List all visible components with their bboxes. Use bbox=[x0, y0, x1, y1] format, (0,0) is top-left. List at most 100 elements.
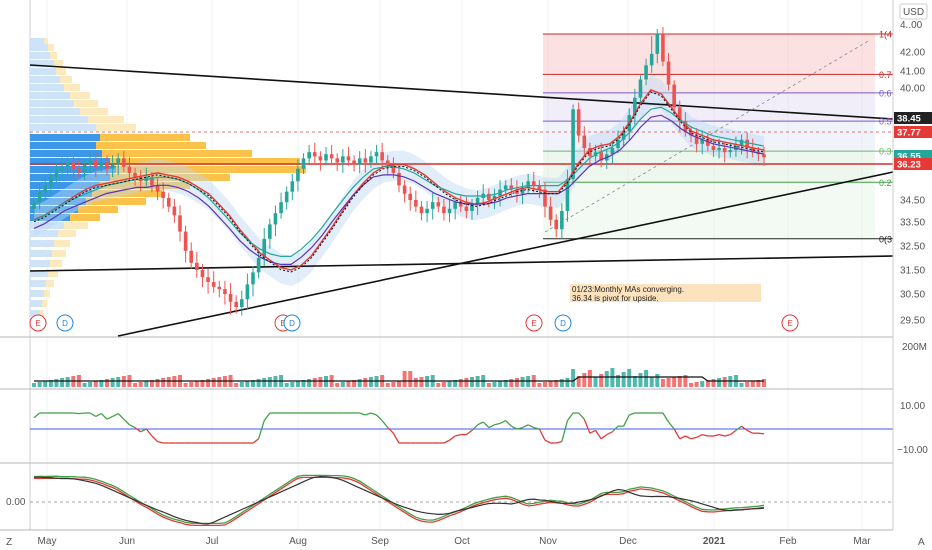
candle-body-130 bbox=[762, 154, 766, 158]
candle-body-69 bbox=[419, 206, 424, 214]
vp-row-up-12 bbox=[30, 134, 100, 141]
vp-row-down-2 bbox=[50, 52, 57, 59]
volume-bar-9 bbox=[82, 383, 87, 387]
candle-body-62 bbox=[380, 152, 384, 161]
candle-body-57 bbox=[352, 160, 356, 165]
candle-body-61 bbox=[374, 152, 379, 157]
candle-body-47 bbox=[296, 168, 300, 182]
corner-right-label[interactable]: A bbox=[918, 537, 925, 548]
volume-bar-47 bbox=[295, 381, 300, 387]
candle-body-72 bbox=[436, 202, 441, 207]
vp-row-down-23 bbox=[64, 222, 88, 229]
candle-body-11 bbox=[93, 160, 98, 167]
currency-button[interactable]: USD bbox=[899, 3, 928, 20]
volume-bar-118 bbox=[694, 382, 699, 387]
vp-row-up-10 bbox=[30, 116, 88, 123]
volume-bar-54 bbox=[335, 383, 340, 387]
price-tick-2: 31.50 bbox=[900, 266, 925, 277]
event-label-6: E bbox=[787, 319, 792, 328]
candle-body-9 bbox=[82, 164, 87, 173]
candle-body-112 bbox=[661, 34, 665, 62]
vp-row-up-30 bbox=[30, 290, 44, 297]
candle-body-38 bbox=[245, 284, 250, 300]
fib-level-label-3: 0.5 bbox=[879, 117, 892, 127]
candle-body-17 bbox=[127, 166, 132, 173]
candle-body-22 bbox=[155, 185, 160, 192]
stock-chart[interactable]: 01/23:Monthly MAs converging. 36.34 is p… bbox=[0, 0, 932, 550]
fib-level-label-2: 0.6 bbox=[879, 88, 892, 98]
vp-row-down-29 bbox=[46, 280, 54, 287]
vp-row-up-7 bbox=[30, 92, 70, 99]
candle-body-44 bbox=[279, 202, 283, 214]
volume-bar-82 bbox=[492, 382, 497, 387]
candle-body-32 bbox=[211, 282, 216, 287]
volume-bar-90 bbox=[537, 383, 542, 387]
volume-bar-64 bbox=[391, 382, 396, 387]
event-label-4: E bbox=[531, 319, 536, 328]
candle-body-68 bbox=[414, 200, 418, 207]
vp-row-up-29 bbox=[30, 280, 46, 287]
volume-bar-59 bbox=[363, 378, 368, 387]
vp-row-up-27 bbox=[30, 260, 50, 267]
candle-body-113 bbox=[666, 61, 671, 85]
time-tick-4: Sep bbox=[371, 536, 389, 547]
time-tick-2: Jul bbox=[206, 536, 219, 547]
candle-body-91 bbox=[543, 189, 547, 207]
candle-body-75 bbox=[453, 202, 457, 209]
volume-bar-28 bbox=[189, 382, 194, 387]
candle-body-58 bbox=[357, 158, 362, 165]
volume-bar-0 bbox=[32, 383, 36, 387]
volume-bar-66 bbox=[402, 371, 407, 387]
candle-body-29 bbox=[195, 262, 199, 270]
volume-bar-60 bbox=[368, 377, 373, 387]
candle-body-50 bbox=[312, 152, 317, 157]
candle-body-63 bbox=[385, 160, 390, 165]
volume-bar-128 bbox=[750, 381, 755, 387]
candle-body-94 bbox=[560, 211, 564, 230]
vp-row-up-2 bbox=[30, 52, 50, 59]
time-tick-0: May bbox=[38, 536, 57, 547]
candle-body-34 bbox=[223, 289, 227, 294]
vp-row-down-21 bbox=[78, 206, 118, 213]
price-tick-top: 4..00 bbox=[900, 20, 923, 31]
volume-bar-18 bbox=[133, 383, 138, 387]
candle-body-60 bbox=[369, 156, 373, 163]
candle-body-121 bbox=[711, 145, 716, 151]
vp-row-down-14 bbox=[102, 150, 252, 157]
volume-bar-10 bbox=[88, 382, 93, 387]
candle-body-4 bbox=[54, 170, 59, 178]
time-tick-10: Mar bbox=[853, 536, 871, 547]
osc1-axis-label-top: 10.00 bbox=[900, 401, 925, 412]
candle-body-73 bbox=[442, 206, 446, 214]
volume-bar-99 bbox=[587, 370, 592, 387]
volume-bar-1 bbox=[37, 382, 42, 387]
volume-bar-29 bbox=[194, 381, 199, 387]
volume-bar-78 bbox=[470, 377, 474, 387]
vp-row-down-9 bbox=[80, 108, 108, 115]
volume-bar-100 bbox=[593, 377, 598, 387]
volume-bar-56 bbox=[346, 381, 351, 387]
fib-level-label-4: 0.3 bbox=[879, 147, 892, 157]
candle-body-27 bbox=[183, 231, 188, 251]
corner-left-label[interactable]: Z bbox=[6, 537, 12, 548]
vp-row-up-1 bbox=[30, 44, 48, 51]
vp-row-down-25 bbox=[54, 240, 70, 247]
candle-body-10 bbox=[88, 160, 92, 165]
annotation-note[interactable]: 01/23:Monthly MAs converging. 36.34 is p… bbox=[570, 284, 761, 303]
volume-bar-68 bbox=[413, 378, 418, 387]
currency-label: USD bbox=[903, 7, 924, 18]
candle-body-45 bbox=[284, 191, 289, 203]
volume-bar-33 bbox=[217, 377, 222, 387]
vp-row-down-11 bbox=[96, 124, 136, 131]
price-tick-4: 33.50 bbox=[900, 218, 925, 229]
volume-bar-91 bbox=[543, 382, 547, 387]
candle-body-84 bbox=[503, 185, 508, 190]
price-tick-0: 29.50 bbox=[900, 316, 925, 327]
volume-bar-83 bbox=[498, 381, 503, 387]
volume-bar-95 bbox=[565, 378, 570, 387]
vp-row-up-9 bbox=[30, 108, 80, 115]
vp-row-down-13 bbox=[96, 142, 206, 149]
fib-level-label-5: 0.2 bbox=[879, 178, 892, 188]
price-tag-label-0: 38.45 bbox=[897, 114, 921, 125]
vp-row-down-7 bbox=[70, 92, 90, 99]
